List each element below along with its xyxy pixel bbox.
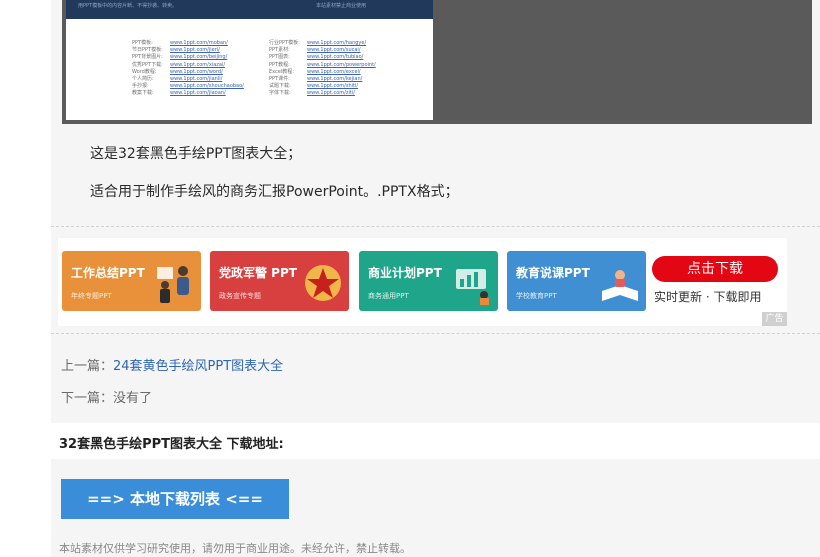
preview-link-url: www.1ppt.com/kejian/ — [307, 75, 363, 82]
preview-link-row: PPT教程: www.1ppt.com/powerpoint/ — [269, 62, 376, 69]
ad-card-subtitle: 政务宣传专题 — [219, 292, 261, 300]
preview-link-row: 优秀PPT下载: www.1ppt.com/xiazai/ — [132, 62, 244, 69]
preview-link-url: www.1ppt.com/ziti/ — [307, 90, 355, 97]
preview-link-url: www.1ppt.com/shiti/ — [307, 83, 359, 90]
next-article: 下一篇：没有了 — [61, 387, 152, 406]
preview-link-url: www.1ppt.com/hangye/ — [307, 40, 367, 46]
download-title: 32套黑色手绘PPT图表大全 下载地址: — [59, 437, 284, 452]
ad-banner[interactable]: 工作总结PPT 年终专题PPT 党政军警 PPT 政务宣传专题 商业计划PPT … — [58, 238, 787, 326]
article-paragraph-1: 这是32套黑色手绘PPT图表大全； — [90, 146, 302, 162]
red-star-emblem-icon — [305, 265, 341, 301]
preview-links-right: 行业PPT模板: www.1ppt.com/hangye/PPT素材: www.1p… — [269, 40, 376, 98]
preview-link-url: www.1ppt.com/jieri/ — [170, 47, 220, 54]
preview-link-url: www.1ppt.com/beijing/ — [170, 54, 228, 61]
divider — [51, 226, 820, 227]
preview-links-left: PPT模板: www.1ppt.com/moban/节日PPT模板: www.1pp… — [132, 40, 244, 98]
preview-link-label: 字体下载: — [269, 90, 291, 97]
preview-link-row: 教案下载: www.1ppt.com/jiaoan/ — [132, 90, 244, 97]
preview-link-url: www.1ppt.com/excel/ — [307, 68, 361, 75]
preview-link-label: Excel教程: — [269, 68, 294, 75]
preview-link-label: PPT背景图片: — [132, 54, 163, 61]
preview-link-label: 优秀PPT下载: — [132, 61, 163, 68]
next-label: 下一篇： — [61, 391, 114, 406]
preview-link-url: www.1ppt.com/moban/ — [170, 40, 228, 46]
preview-link-row: PPT背景图片: www.1ppt.com/beijing/ — [132, 54, 244, 61]
preview-link-url: www.1ppt.com/sucai/ — [307, 47, 361, 54]
business-team-icon — [456, 269, 489, 305]
preview-link-label: 教案下载: — [132, 90, 154, 97]
preview-link-row: Word教程: www.1ppt.com/word/ — [132, 69, 244, 76]
ad-card-title: 商业计划PPT — [368, 266, 442, 280]
ad-card-title: 教育说课PPT — [516, 266, 590, 280]
ad-card-subtitle: 年终专题PPT — [71, 292, 112, 300]
preview-link-url: www.1ppt.com/xiazai/ — [170, 61, 226, 68]
ad-card-subtitle: 学校教育PPT — [516, 292, 557, 300]
preview-slide: 用PPT模板中的内容片断、不得抄袭、转卖。 本站素材禁止商业使用 PPT模板: w… — [66, 0, 433, 120]
preview-link-row: PPT图表: www.1ppt.com/tubiao/ — [269, 54, 376, 61]
ad-card-business-plan[interactable]: 商业计划PPT 商务通用PPT — [359, 251, 498, 311]
preview-link-url: www.1ppt.com/powerpoint/ — [307, 61, 376, 68]
prev-article-link[interactable]: 24套黄色手绘风PPT图表大全 — [113, 359, 283, 374]
preview-link-label: Word教程: — [132, 68, 157, 75]
ppt-preview-image: 用PPT模板中的内容片断、不得抄袭、转卖。 本站素材禁止商业使用 PPT模板: w… — [62, 0, 812, 124]
ad-card-subtitle: 商务通用PPT — [368, 292, 409, 300]
preview-link-url: www.1ppt.com/jiaoan/ — [170, 90, 226, 97]
preview-link-url: www.1ppt.com/tubiao/ — [307, 54, 364, 61]
divider — [51, 333, 820, 334]
local-download-button[interactable]: ==> 本地下载列表 <== — [61, 479, 289, 519]
office-people-icon — [157, 266, 189, 303]
ad-label: 广告 — [762, 312, 787, 326]
ad-card-party-government[interactable]: 党政军警 PPT 政务宣传专题 — [210, 251, 349, 311]
ad-card-education[interactable]: 教育说课PPT 学校教育PPT — [507, 251, 646, 311]
preview-link-url: www.1ppt.com/word/ — [170, 68, 223, 75]
next-article-value: 没有了 — [113, 391, 153, 406]
ad-card-title: 工作总结PPT — [71, 266, 145, 280]
book-reader-icon — [602, 270, 638, 301]
preview-header-band: 用PPT模板中的内容片断、不得抄袭、转卖。 本站素材禁止商业使用 — [66, 0, 433, 19]
copyright-notice: 本站素材仅供学习研究使用，请勿用于商业用途。未经允许，禁止转载。 — [59, 542, 411, 555]
prev-article: 上一篇：24套黄色手绘风PPT图表大全 — [61, 355, 283, 374]
preview-link-label: PPT教程: — [269, 61, 290, 68]
article-paragraph-2: 适合用于制作手绘风的商务汇报PowerPoint。.PPTX格式； — [90, 184, 459, 200]
preview-link-url: www.1ppt.com/jianli/ — [170, 75, 223, 82]
preview-link-label: PPT图表: — [269, 54, 290, 61]
prev-label: 上一篇： — [61, 359, 114, 374]
preview-link-url: www.1ppt.com/shouchaobao/ — [170, 83, 244, 90]
preview-link-row: 字体下载: www.1ppt.com/ziti/ — [269, 90, 376, 97]
ad-download-button[interactable]: 点击下载 — [652, 256, 778, 282]
ad-card-title: 党政军警 PPT — [219, 266, 297, 280]
ad-download-subtitle: 实时更新 · 下载即用 — [654, 290, 762, 304]
preview-link-row: Excel教程: www.1ppt.com/excel/ — [269, 69, 376, 76]
ad-card-work-summary[interactable]: 工作总结PPT 年终专题PPT — [62, 251, 201, 311]
download-section-header: 32套黑色手绘PPT图表大全 下载地址: — [51, 423, 820, 459]
preview-band-text-right: 本站素材禁止商业使用 — [316, 3, 367, 9]
preview-band-text-left: 用PPT模板中的内容片断、不得抄袭、转卖。 — [78, 3, 178, 9]
